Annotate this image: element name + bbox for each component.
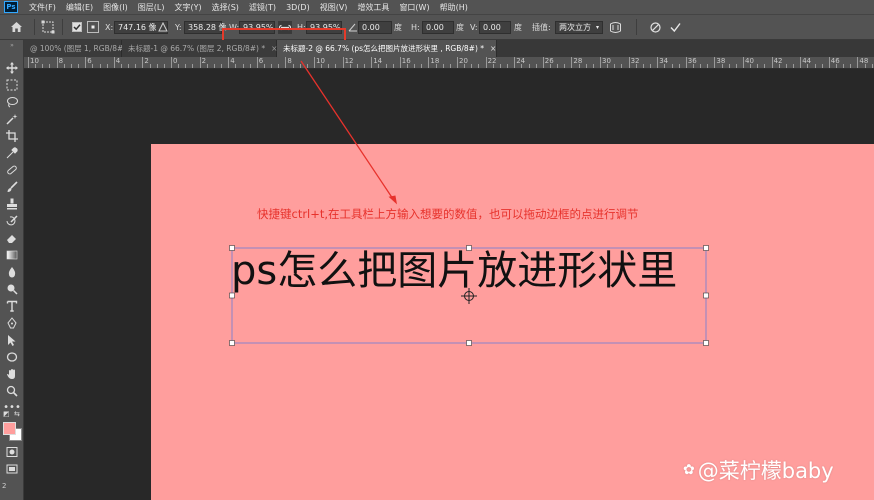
transform-handle-right[interactable]: [703, 292, 709, 299]
reference-point-icon[interactable]: [460, 287, 478, 305]
watermark: ✿ @菜柠檬baby: [683, 455, 834, 485]
status-indicator: 2: [2, 482, 7, 490]
transform-handle-top-right[interactable]: [703, 245, 709, 251]
transform-handle-bottom-left[interactable]: [229, 340, 235, 346]
layer-text[interactable]: ps怎么把图片放进形状里: [231, 247, 677, 295]
transform-handle-bottom[interactable]: [466, 340, 472, 346]
watermark-logo-icon: ✿: [683, 462, 695, 478]
watermark-text: @菜柠檬baby: [697, 459, 834, 483]
transform-handle-bottom-right[interactable]: [703, 340, 709, 346]
